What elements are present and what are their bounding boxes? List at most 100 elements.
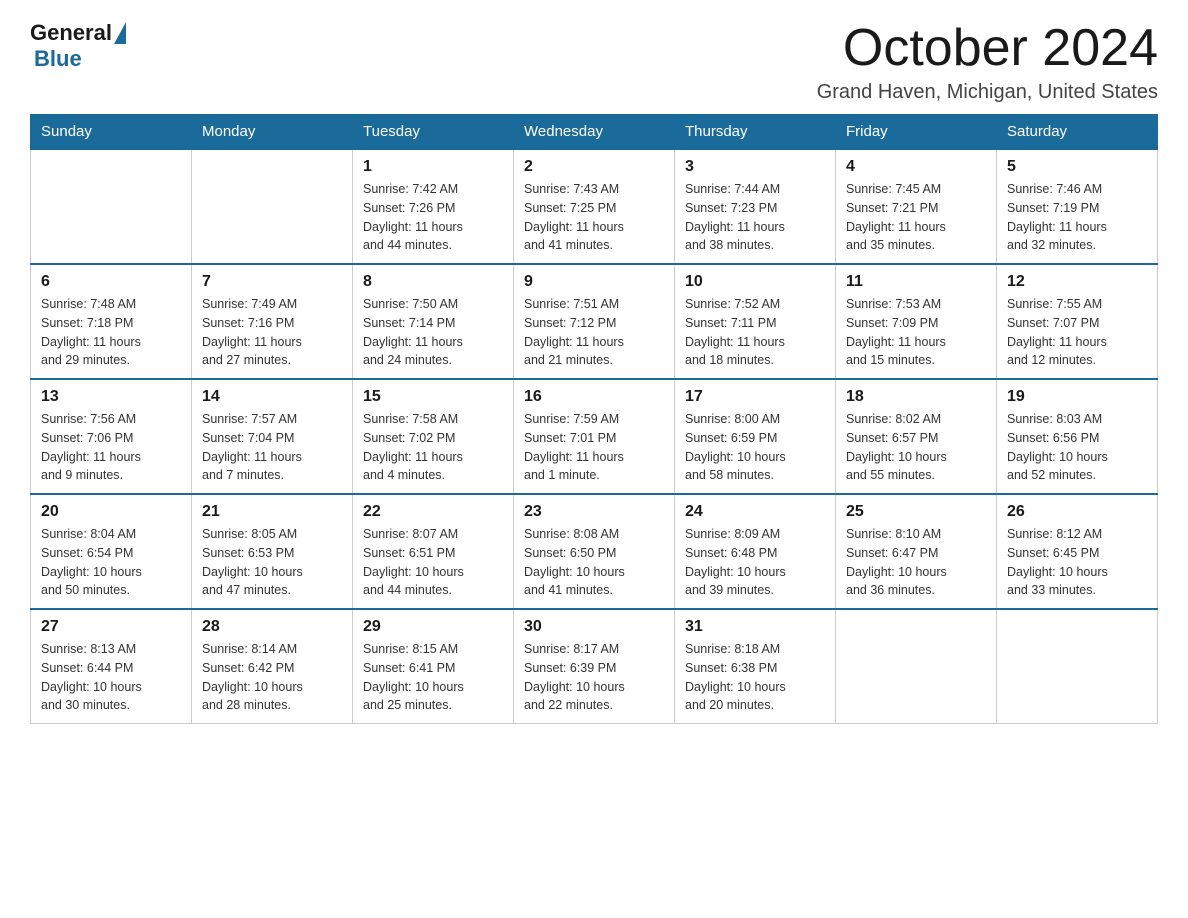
day-info-text: Sunrise: 7:58 AM Sunset: 7:02 PM Dayligh… bbox=[363, 410, 503, 485]
day-info-text: Sunrise: 7:59 AM Sunset: 7:01 PM Dayligh… bbox=[524, 410, 664, 485]
logo: General Blue bbox=[30, 20, 126, 72]
day-info-text: Sunrise: 8:18 AM Sunset: 6:38 PM Dayligh… bbox=[685, 640, 825, 715]
calendar-cell: 11 Sunrise: 7:53 AM Sunset: 7:09 PM Dayli… bbox=[836, 264, 997, 379]
calendar-cell: 22Sunrise: 8:07 AM Sunset: 6:51 PM Dayli… bbox=[353, 494, 514, 609]
day-info-text: Sunrise: 7:49 AM Sunset: 7:16 PM Dayligh… bbox=[202, 295, 342, 370]
calendar-cell: 23Sunrise: 8:08 AM Sunset: 6:50 PM Dayli… bbox=[514, 494, 675, 609]
day-info-text: Sunrise: 8:09 AM Sunset: 6:48 PM Dayligh… bbox=[685, 525, 825, 600]
day-info-text: Sunrise: 8:03 AM Sunset: 6:56 PM Dayligh… bbox=[1007, 410, 1147, 485]
column-header-sunday: Sunday bbox=[31, 115, 192, 150]
day-number: 31 bbox=[685, 618, 825, 636]
calendar-cell: 26 Sunrise: 8:12 AM Sunset: 6:45 PM Dayli… bbox=[997, 494, 1158, 609]
calendar-cell bbox=[192, 149, 353, 264]
calendar-cell bbox=[997, 609, 1158, 724]
calendar-cell: 24Sunrise: 8:09 AM Sunset: 6:48 PM Dayli… bbox=[675, 494, 836, 609]
calendar-cell: 30 Sunrise: 8:17 AM Sunset: 6:39 PM Dayli… bbox=[514, 609, 675, 724]
calendar-cell: 17Sunrise: 8:00 AM Sunset: 6:59 PM Dayli… bbox=[675, 379, 836, 494]
month-title: October 2024 bbox=[817, 20, 1158, 77]
day-info-text: Sunrise: 7:48 AM Sunset: 7:18 PM Dayligh… bbox=[41, 295, 181, 370]
day-number: 13 bbox=[41, 388, 181, 406]
title-area: October 2024 Grand Haven, Michigan, Unit… bbox=[817, 20, 1158, 104]
column-header-saturday: Saturday bbox=[997, 115, 1158, 150]
calendar-cell bbox=[31, 149, 192, 264]
calendar-cell: 21 Sunrise: 8:05 AM Sunset: 6:53 PM Dayli… bbox=[192, 494, 353, 609]
day-number: 20 bbox=[41, 503, 181, 521]
day-number: 8 bbox=[363, 273, 503, 291]
calendar-cell: 12 Sunrise: 7:55 AM Sunset: 7:07 PM Dayli… bbox=[997, 264, 1158, 379]
day-number: 6 bbox=[41, 273, 181, 291]
day-info-text: Sunrise: 7:55 AM Sunset: 7:07 PM Dayligh… bbox=[1007, 295, 1147, 370]
calendar-cell: 20 Sunrise: 8:04 AM Sunset: 6:54 PM Dayli… bbox=[31, 494, 192, 609]
calendar-week-row: 13 Sunrise: 7:56 AM Sunset: 7:06 PM Dayli… bbox=[31, 379, 1158, 494]
calendar-cell: 10 Sunrise: 7:52 AM Sunset: 7:11 PM Dayli… bbox=[675, 264, 836, 379]
day-info-text: Sunrise: 8:14 AM Sunset: 6:42 PM Dayligh… bbox=[202, 640, 342, 715]
day-info-text: Sunrise: 7:53 AM Sunset: 7:09 PM Dayligh… bbox=[846, 295, 986, 370]
day-number: 11 bbox=[846, 273, 986, 291]
calendar-cell: 25 Sunrise: 8:10 AM Sunset: 6:47 PM Dayli… bbox=[836, 494, 997, 609]
calendar-week-row: 27 Sunrise: 8:13 AM Sunset: 6:44 PM Dayli… bbox=[31, 609, 1158, 724]
calendar-week-row: 1 Sunrise: 7:42 AM Sunset: 7:26 PM Daylig… bbox=[31, 149, 1158, 264]
day-number: 10 bbox=[685, 273, 825, 291]
calendar-cell: 5Sunrise: 7:46 AM Sunset: 7:19 PM Daylig… bbox=[997, 149, 1158, 264]
logo-blue-text: Blue bbox=[34, 46, 82, 72]
calendar-table: SundayMondayTuesdayWednesdayThursdayFrid… bbox=[30, 114, 1158, 724]
calendar-cell bbox=[836, 609, 997, 724]
location-text: Grand Haven, Michigan, United States bbox=[817, 81, 1158, 104]
day-number: 12 bbox=[1007, 273, 1147, 291]
calendar-week-row: 20 Sunrise: 8:04 AM Sunset: 6:54 PM Dayli… bbox=[31, 494, 1158, 609]
calendar-cell: 1 Sunrise: 7:42 AM Sunset: 7:26 PM Daylig… bbox=[353, 149, 514, 264]
header: General Blue October 2024 Grand Haven, M… bbox=[30, 20, 1158, 104]
day-info-text: Sunrise: 8:12 AM Sunset: 6:45 PM Dayligh… bbox=[1007, 525, 1147, 600]
calendar-cell: 9Sunrise: 7:51 AM Sunset: 7:12 PM Daylig… bbox=[514, 264, 675, 379]
calendar-cell: 19Sunrise: 8:03 AM Sunset: 6:56 PM Dayli… bbox=[997, 379, 1158, 494]
day-number: 1 bbox=[363, 158, 503, 176]
day-info-text: Sunrise: 8:10 AM Sunset: 6:47 PM Dayligh… bbox=[846, 525, 986, 600]
calendar-cell: 8Sunrise: 7:50 AM Sunset: 7:14 PM Daylig… bbox=[353, 264, 514, 379]
logo-general-text: General bbox=[30, 20, 112, 46]
day-number: 29 bbox=[363, 618, 503, 636]
column-header-friday: Friday bbox=[836, 115, 997, 150]
calendar-cell: 29Sunrise: 8:15 AM Sunset: 6:41 PM Dayli… bbox=[353, 609, 514, 724]
day-number: 7 bbox=[202, 273, 342, 291]
calendar-cell: 2Sunrise: 7:43 AM Sunset: 7:25 PM Daylig… bbox=[514, 149, 675, 264]
day-number: 4 bbox=[846, 158, 986, 176]
day-info-text: Sunrise: 8:02 AM Sunset: 6:57 PM Dayligh… bbox=[846, 410, 986, 485]
calendar-cell: 6 Sunrise: 7:48 AM Sunset: 7:18 PM Daylig… bbox=[31, 264, 192, 379]
day-info-text: Sunrise: 8:04 AM Sunset: 6:54 PM Dayligh… bbox=[41, 525, 181, 600]
calendar-cell: 3 Sunrise: 7:44 AM Sunset: 7:23 PM Daylig… bbox=[675, 149, 836, 264]
day-number: 25 bbox=[846, 503, 986, 521]
day-info-text: Sunrise: 7:44 AM Sunset: 7:23 PM Dayligh… bbox=[685, 180, 825, 255]
calendar-cell: 4 Sunrise: 7:45 AM Sunset: 7:21 PM Daylig… bbox=[836, 149, 997, 264]
day-number: 15 bbox=[363, 388, 503, 406]
day-number: 21 bbox=[202, 503, 342, 521]
calendar-cell: 15 Sunrise: 7:58 AM Sunset: 7:02 PM Dayli… bbox=[353, 379, 514, 494]
column-header-tuesday: Tuesday bbox=[353, 115, 514, 150]
calendar-cell: 13 Sunrise: 7:56 AM Sunset: 7:06 PM Dayli… bbox=[31, 379, 192, 494]
calendar-cell: 31 Sunrise: 8:18 AM Sunset: 6:38 PM Dayli… bbox=[675, 609, 836, 724]
day-info-text: Sunrise: 7:57 AM Sunset: 7:04 PM Dayligh… bbox=[202, 410, 342, 485]
day-info-text: Sunrise: 7:42 AM Sunset: 7:26 PM Dayligh… bbox=[363, 180, 503, 255]
column-header-wednesday: Wednesday bbox=[514, 115, 675, 150]
calendar-header-row: SundayMondayTuesdayWednesdayThursdayFrid… bbox=[31, 115, 1158, 150]
calendar-cell: 27 Sunrise: 8:13 AM Sunset: 6:44 PM Dayli… bbox=[31, 609, 192, 724]
day-number: 30 bbox=[524, 618, 664, 636]
day-info-text: Sunrise: 7:45 AM Sunset: 7:21 PM Dayligh… bbox=[846, 180, 986, 255]
day-number: 17 bbox=[685, 388, 825, 406]
day-info-text: Sunrise: 8:13 AM Sunset: 6:44 PM Dayligh… bbox=[41, 640, 181, 715]
column-header-monday: Monday bbox=[192, 115, 353, 150]
calendar-cell: 18 Sunrise: 8:02 AM Sunset: 6:57 PM Dayli… bbox=[836, 379, 997, 494]
day-number: 3 bbox=[685, 158, 825, 176]
day-info-text: Sunrise: 8:05 AM Sunset: 6:53 PM Dayligh… bbox=[202, 525, 342, 600]
day-number: 2 bbox=[524, 158, 664, 176]
day-info-text: Sunrise: 7:56 AM Sunset: 7:06 PM Dayligh… bbox=[41, 410, 181, 485]
day-number: 26 bbox=[1007, 503, 1147, 521]
calendar-cell: 16Sunrise: 7:59 AM Sunset: 7:01 PM Dayli… bbox=[514, 379, 675, 494]
day-info-text: Sunrise: 7:51 AM Sunset: 7:12 PM Dayligh… bbox=[524, 295, 664, 370]
day-info-text: Sunrise: 8:17 AM Sunset: 6:39 PM Dayligh… bbox=[524, 640, 664, 715]
day-info-text: Sunrise: 7:52 AM Sunset: 7:11 PM Dayligh… bbox=[685, 295, 825, 370]
logo-triangle-icon bbox=[114, 22, 126, 44]
day-number: 22 bbox=[363, 503, 503, 521]
day-number: 28 bbox=[202, 618, 342, 636]
day-number: 27 bbox=[41, 618, 181, 636]
day-number: 18 bbox=[846, 388, 986, 406]
